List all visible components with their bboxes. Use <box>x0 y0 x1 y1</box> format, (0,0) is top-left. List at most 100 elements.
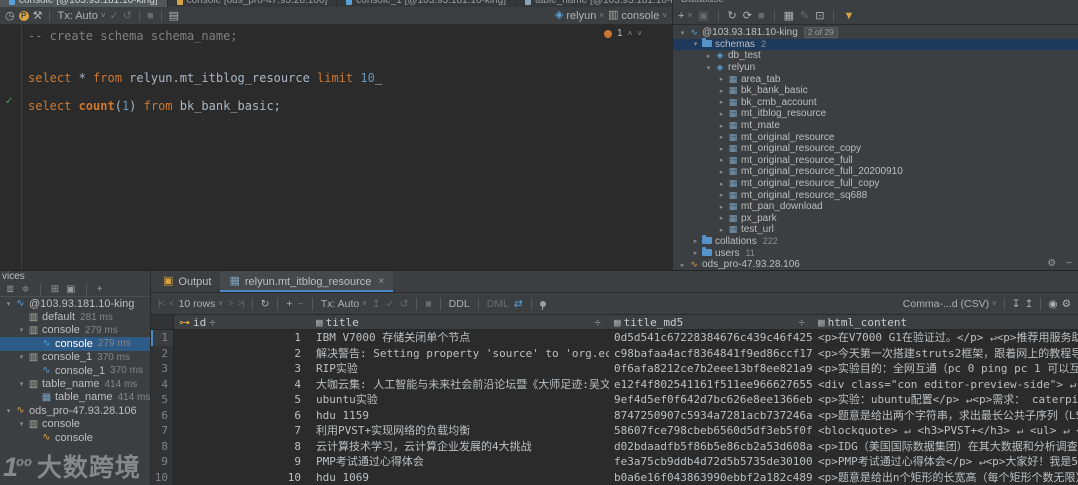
add-service-icon[interactable]: + <box>97 284 103 295</box>
tree-chevron-icon[interactable]: ▸ <box>677 261 688 269</box>
cell-title[interactable]: 解决警告: Setting property 'source' to 'org.… <box>311 346 609 362</box>
code-line[interactable] <box>28 57 672 71</box>
cell-id[interactable]: 10 <box>174 470 311 485</box>
cell-id[interactable]: 9 <box>174 454 311 470</box>
view-eye-icon[interactable]: ◉ <box>1048 298 1057 310</box>
code-area[interactable]: -- create schema schema_name;select * fr… <box>28 29 672 113</box>
reload-page-icon[interactable]: ↻ <box>261 298 270 310</box>
cell-id[interactable]: 8 <box>174 439 311 455</box>
tx-mode-dropdown[interactable]: Tx: Auto ˅ <box>321 298 367 310</box>
schema-selector-dropdown[interactable]: ◈ relyun ˅ <box>555 10 604 22</box>
tree-chevron-icon[interactable]: ▾ <box>16 326 27 334</box>
tree-chevron-icon[interactable]: ▾ <box>16 420 27 428</box>
tree-chevron-icon[interactable]: ▾ <box>677 29 688 37</box>
services-item-table_name[interactable]: ▾ ▥ table_name 414 ms <box>0 377 150 390</box>
cell-title-md5[interactable]: d02bdaadfb5f86b5e86cb2a53d608aea <box>609 439 813 455</box>
cell-id[interactable]: 7 <box>174 423 311 439</box>
tree-chevron-icon[interactable]: ▾ <box>690 40 701 48</box>
tree-chevron-icon[interactable]: ▾ <box>16 353 27 361</box>
db-tree-item-1039318110king[interactable]: ▾ ∿ @103.93.181.10-king 2 of 29 <box>673 27 1078 39</box>
cell-id[interactable]: 3 <box>174 361 311 377</box>
cell-id[interactable]: 5 <box>174 392 311 408</box>
services-item-ods_pro479328106[interactable]: ▾ ∿ ods_pro-47.93.28.106 <box>0 404 150 417</box>
tree-chevron-icon[interactable]: ▸ <box>716 122 727 130</box>
grid-settings-gear-icon[interactable]: ⚙ <box>1062 298 1071 310</box>
db-tree-item-mt_original_resource_full_20200910[interactable]: ▸ ▦ mt_original_resource_full_20200910 <box>673 166 1078 178</box>
tree-chevron-icon[interactable]: ▸ <box>716 203 727 211</box>
db-tree-item-ods_pro479328106[interactable]: ▸ ∿ ods_pro-47.93.28.106 <box>673 259 1078 270</box>
dml-button[interactable]: DML <box>487 298 509 310</box>
tree-chevron-icon[interactable]: ▾ <box>16 380 27 388</box>
cell-html-content[interactable]: <div class="con editor-preview-side"> ↵ … <box>813 377 1078 393</box>
cell-title-md5[interactable]: e12f4f802541161f511ee966627655c7 <box>609 377 813 393</box>
cell-title-md5[interactable]: 0d5d541c67228384676c439c46f4255a <box>609 330 813 346</box>
db-tree-item-mt_original_resource[interactable]: ▸ ▦ mt_original_resource <box>673 131 1078 143</box>
db-tree-item-bk_bank_basic[interactable]: ▸ ▦ bk_bank_basic <box>673 85 1078 97</box>
close-tab-icon[interactable]: × <box>378 276 384 287</box>
db-tree-item-bk_cmb_account[interactable]: ▸ ▦ bk_cmb_account <box>673 97 1078 109</box>
services-item-default[interactable]: ▥ default 281 ms <box>0 310 150 323</box>
sync-ddl-icon[interactable]: ⟳ <box>743 9 752 22</box>
db-tree-item-area_tab[interactable]: ▸ ▦ area_tab <box>673 73 1078 85</box>
cell-title-md5[interactable]: b0a6e16f043863990ebbf2a182c489ec <box>609 470 813 485</box>
db-tree-item-collations[interactable]: ▸ collations 222 <box>673 235 1078 248</box>
tree-chevron-icon[interactable]: ▸ <box>716 87 727 95</box>
group-by-icon[interactable]: ⊞ <box>51 284 59 295</box>
code-line[interactable]: -- create schema schema_name; <box>28 29 672 43</box>
row-number[interactable]: 5 <box>151 392 174 408</box>
services-item-console_1[interactable]: ▾ ▥ console_1 370 ms <box>0 351 150 364</box>
cell-title-md5[interactable]: 58607fce798cbeb6560d5df3eb5f0fb9 <box>609 423 813 439</box>
row-number[interactable]: 3 <box>151 361 174 377</box>
row-number[interactable]: 4 <box>151 376 174 392</box>
prev-page-button[interactable]: < <box>169 298 174 309</box>
db-tree-item-mt_original_resource_full_copy[interactable]: ▸ ▦ mt_original_resource_full_copy <box>673 178 1078 190</box>
services-item-table_name[interactable]: ▦ table_name 414 ms <box>0 391 150 404</box>
services-item-console_1[interactable]: ∿ console_1 370 ms <box>0 364 150 377</box>
column-header-html_content[interactable]: ▦ html_content <box>813 315 1078 329</box>
code-line[interactable]: select * from relyun.mt_itblog_resource … <box>28 71 672 85</box>
cell-title-md5[interactable]: fe3a75cb9ddb4d72d5b5735de301001e <box>609 454 813 470</box>
pin-tab-icon[interactable] <box>539 300 546 310</box>
sql-editor[interactable]: ✓ -- create schema schema_name; select * … <box>0 25 672 270</box>
services-item-console[interactable]: ▾ ▥ console 279 ms <box>0 324 150 337</box>
expand-all-icon[interactable]: ≣ <box>6 284 14 295</box>
row-number[interactable]: 6 <box>151 407 174 423</box>
cell-html-content[interactable]: <p>IDG（美国国际数据集团）在其大数据和分析调查报告中，确 <box>813 439 1078 455</box>
cell-title[interactable]: 利用PVST+实现网络的负载均衡 <box>311 423 609 439</box>
tx-mode-dropdown[interactable]: Tx: Auto ˅ <box>57 10 105 22</box>
query-history-icon[interactable]: ◷ <box>5 9 15 22</box>
db-tree-item-users[interactable]: ▸ users 11 <box>673 247 1078 259</box>
tree-chevron-icon[interactable]: ▸ <box>690 237 701 245</box>
prev-error-icon[interactable]: ˄ <box>628 29 633 38</box>
db-tree-item-mt_mate[interactable]: ▸ ▦ mt_mate <box>673 120 1078 132</box>
db-tree-item-px_park[interactable]: ▸ ▦ px_park <box>673 213 1078 225</box>
editor-tab[interactable]: table_name [@103.93.181.10-king] <box>516 0 672 7</box>
stop-icon[interactable]: ■ <box>758 10 765 22</box>
export-download-icon[interactable]: ↧ <box>1012 298 1021 310</box>
sort-icon[interactable]: ÷ <box>594 316 601 329</box>
services-item-1039318110king[interactable]: ▾ ∿ @103.93.181.10-king <box>0 297 150 310</box>
add-row-button[interactable]: + <box>286 298 292 310</box>
parameters-icon[interactable]: P <box>18 10 29 21</box>
db-tree-item-mt_itblog_resource[interactable]: ▸ ▦ mt_itblog_resource <box>673 108 1078 120</box>
next-page-button[interactable]: > <box>228 298 233 309</box>
gear-icon[interactable]: ⚙ <box>1047 258 1056 269</box>
diagram-icon[interactable]: ⊡ <box>815 9 824 22</box>
editor-tab[interactable]: console [@103.93.181.10-king] <box>0 0 168 7</box>
tree-chevron-icon[interactable]: ▸ <box>703 52 714 60</box>
inspections-widget[interactable]: 1 ˄ ˅ <box>604 28 642 39</box>
cell-html-content[interactable]: <p>题意是给出两个字符串，求出最长公共子序列（LSC问题）。 <box>813 408 1078 424</box>
cell-title[interactable]: RIP实验 <box>311 361 609 377</box>
cell-html-content[interactable]: <p>在V7000 G1在验证过。</p> ↵<p>推荐用服务助手关闭或 <box>813 330 1078 346</box>
commit-icon[interactable]: ✓ <box>110 9 119 22</box>
sort-icon[interactable]: ÷ <box>209 316 216 329</box>
row-number[interactable]: 1 <box>151 330 174 346</box>
hide-panel-icon[interactable]: − <box>1066 258 1072 269</box>
cell-title-md5[interactable]: 0f6afa8212ce7b2eee13bf8ee821a99c <box>609 361 813 377</box>
editor-tab[interactable]: console [ods_pro-47.93.28.106] <box>168 0 338 7</box>
collapse-all-icon[interactable]: ≑ <box>21 284 29 295</box>
cell-title[interactable]: 大咖云集: 人工智能与未来社会前沿论坛暨《大师足迹:吴文俊人工智能科 <box>311 377 609 393</box>
tree-chevron-icon[interactable]: ▸ <box>690 249 701 257</box>
cell-id[interactable]: 4 <box>174 377 311 393</box>
editor-tab[interactable]: console_1 [@103.93.181.10-king] <box>337 0 516 7</box>
